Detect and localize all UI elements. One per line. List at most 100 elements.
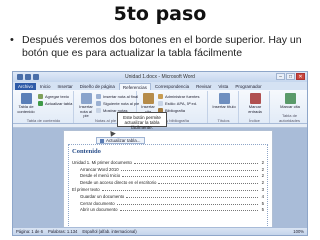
toc-leader bbox=[158, 183, 258, 185]
add-text-label: Agregar texto bbox=[45, 94, 70, 99]
mark-citation-button[interactable]: Marcar cita bbox=[278, 93, 302, 110]
maximize-button[interactable]: □ bbox=[286, 73, 295, 80]
toc-entry-page: 2 bbox=[261, 173, 264, 179]
toc-entry-page: 2 bbox=[261, 180, 264, 186]
toc-entry-text: Arrancar Word 2010 bbox=[80, 166, 119, 172]
insert-endnote-label: Insertar nota al final bbox=[103, 94, 139, 99]
mark-entry-label: Marcar entrada bbox=[248, 104, 262, 114]
tab-diseno-pagina[interactable]: Diseño de página bbox=[77, 83, 118, 90]
group-authorities: Marcar cita Tabla de autoridades bbox=[271, 91, 307, 123]
minimize-button[interactable]: – bbox=[276, 73, 285, 80]
tab-programador[interactable]: Programador bbox=[232, 83, 264, 90]
ribbon-tabs: Archivo Inicio Insertar Diseño de página… bbox=[13, 82, 307, 90]
tab-vista[interactable]: Vista bbox=[215, 83, 231, 90]
toc-button[interactable]: Tabla de contenido bbox=[16, 93, 36, 114]
title-bar: Unidad 1.docx - Microsoft Word – □ ✕ bbox=[13, 72, 307, 82]
toc-entry[interactable]: Desde el menú Inicio 2 bbox=[72, 172, 264, 179]
mark-entry-button[interactable]: Marcar entrada bbox=[243, 93, 267, 114]
mark-citation-label: Marcar cita bbox=[280, 104, 300, 109]
toc-button-label: Tabla de contenido bbox=[17, 104, 35, 114]
tab-inicio[interactable]: Inicio bbox=[37, 83, 54, 90]
toc-entry-page: 2 bbox=[261, 159, 264, 165]
update-table-button[interactable]: Actualizar tabla bbox=[38, 101, 72, 106]
caption-icon bbox=[218, 93, 230, 104]
document-page[interactable]: Contenido Unidad 1. Mi primer documento 2… bbox=[63, 130, 273, 229]
update-table-label: Actualizar tabla bbox=[45, 101, 73, 106]
group-label-index: Índice bbox=[249, 118, 260, 123]
style-select[interactable]: Estilo: APA, 5ª ed. bbox=[158, 101, 197, 106]
refresh-icon bbox=[100, 138, 104, 143]
bibliography-label: Bibliografía bbox=[165, 108, 186, 113]
mark-citation-icon bbox=[284, 93, 296, 104]
tab-revisar[interactable]: Revisar bbox=[193, 83, 214, 90]
toc-entry-page: 4 bbox=[261, 193, 264, 199]
bullet-text: Después veremos dos botones en el borde … bbox=[22, 34, 302, 59]
status-page[interactable]: Página: 1 de 6 bbox=[16, 229, 43, 234]
toc-entry-page: 5 bbox=[261, 200, 264, 206]
add-text-button[interactable]: Agregar texto bbox=[38, 94, 69, 99]
insert-caption-button[interactable]: Insertar título bbox=[212, 93, 236, 110]
add-text-icon bbox=[38, 94, 43, 99]
insert-caption-label: Insertar título bbox=[212, 104, 236, 109]
insert-endnote-button[interactable]: Insertar nota al final bbox=[96, 94, 138, 99]
toc-entry-text: Cerrar documento bbox=[80, 200, 115, 206]
toc-entry-text: Abrir un documento bbox=[80, 207, 118, 213]
toc-entry[interactable]: Arrancar Word 2010 2 bbox=[72, 165, 264, 172]
status-bar: Página: 1 de 6 Palabras: 1.134 Español (… bbox=[13, 227, 307, 235]
toc-entry[interactable]: Unidad 1. Mi primer documento 2 bbox=[72, 158, 264, 165]
tab-referencias[interactable]: Referencias bbox=[118, 83, 151, 90]
toc-entry-text: Guardar un documento bbox=[80, 193, 125, 199]
toc-entry-page: 2 bbox=[261, 166, 264, 172]
endnote-icon bbox=[96, 94, 101, 99]
toc-leader bbox=[122, 176, 258, 178]
tab-archivo[interactable]: Archivo bbox=[15, 83, 37, 90]
insert-footnote-label: Insertar nota al pie bbox=[79, 104, 93, 118]
status-language[interactable]: Español (alfab. internacional) bbox=[82, 229, 136, 234]
insert-citation-button[interactable]: Insertar cita bbox=[140, 93, 156, 114]
show-notes-icon bbox=[96, 108, 101, 113]
toc-content-control[interactable]: Contenido Unidad 1. Mi primer documento 2… bbox=[68, 144, 268, 228]
next-footnote-label: Siguiente nota al pie bbox=[103, 101, 140, 106]
toc-entry-text: Desde el menú Inicio bbox=[80, 173, 121, 179]
status-words[interactable]: Palabras: 1.134 bbox=[48, 229, 77, 234]
toc-entry-page: 3 bbox=[261, 186, 264, 192]
toc-leader bbox=[126, 196, 258, 198]
toc-entry[interactable]: Guardar un documento 4 bbox=[72, 192, 264, 199]
style-icon bbox=[158, 101, 163, 106]
toc-list: Unidad 1. Mi primer documento 2 Arrancar … bbox=[72, 158, 264, 213]
status-zoom[interactable]: 100% bbox=[293, 229, 307, 234]
toc-entry[interactable]: El primer texto 3 bbox=[72, 185, 264, 192]
slide-title: 5to paso bbox=[113, 3, 207, 25]
tab-correspondencia[interactable]: Correspondencia bbox=[152, 83, 192, 90]
mark-entry-icon bbox=[249, 93, 261, 104]
group-table-of-contents: Tabla de contenido Agregar texto Actuali… bbox=[14, 91, 74, 123]
bullet-symbol: • bbox=[10, 34, 14, 46]
toc-leader bbox=[119, 210, 258, 212]
close-button[interactable]: ✕ bbox=[296, 73, 305, 80]
bullet-paragraph: • Después veremos dos botones en el bord… bbox=[10, 34, 315, 60]
tab-insertar[interactable]: Insertar bbox=[55, 83, 76, 90]
window-controls: – □ ✕ bbox=[276, 73, 305, 80]
toc-entry-text: Unidad 1. Mi primer documento bbox=[72, 159, 132, 165]
manage-sources-button[interactable]: Administrar fuentes bbox=[158, 94, 199, 99]
group-captions: Insertar título Títulos bbox=[209, 91, 239, 123]
sources-icon bbox=[158, 94, 163, 99]
next-footnote-button[interactable]: Siguiente nota al pie bbox=[96, 101, 139, 106]
footnote-icon bbox=[80, 93, 92, 104]
toc-entry[interactable]: Abrir un documento 5 bbox=[72, 206, 264, 213]
toc-entry[interactable]: Cerrar documento 5 bbox=[72, 199, 264, 206]
toc-leader bbox=[120, 169, 258, 171]
callout-annotation: Este botón permite actualizar la tabla f… bbox=[117, 112, 167, 130]
toc-update-tab[interactable]: Actualizar tabla... bbox=[96, 137, 145, 144]
group-index: Marcar entrada Índice bbox=[240, 91, 270, 123]
toc-heading: Contenido bbox=[72, 148, 101, 155]
toc-entry[interactable]: Desde un acceso directo en el escritorio… bbox=[72, 178, 264, 185]
window-title: Unidad 1.docx - Microsoft Word bbox=[125, 74, 195, 80]
group-label-authorities: Tabla de autoridades bbox=[279, 113, 300, 123]
toc-entry-page: 5 bbox=[261, 207, 264, 213]
group-label-toc: Tabla de contenido bbox=[26, 118, 61, 123]
citation-icon bbox=[142, 93, 154, 104]
document-area: Contenido Unidad 1. Mi primer documento 2… bbox=[13, 124, 307, 229]
insert-footnote-button[interactable]: Insertar nota al pie bbox=[77, 93, 95, 119]
toc-update-tab-label: Actualizar tabla... bbox=[106, 138, 141, 143]
